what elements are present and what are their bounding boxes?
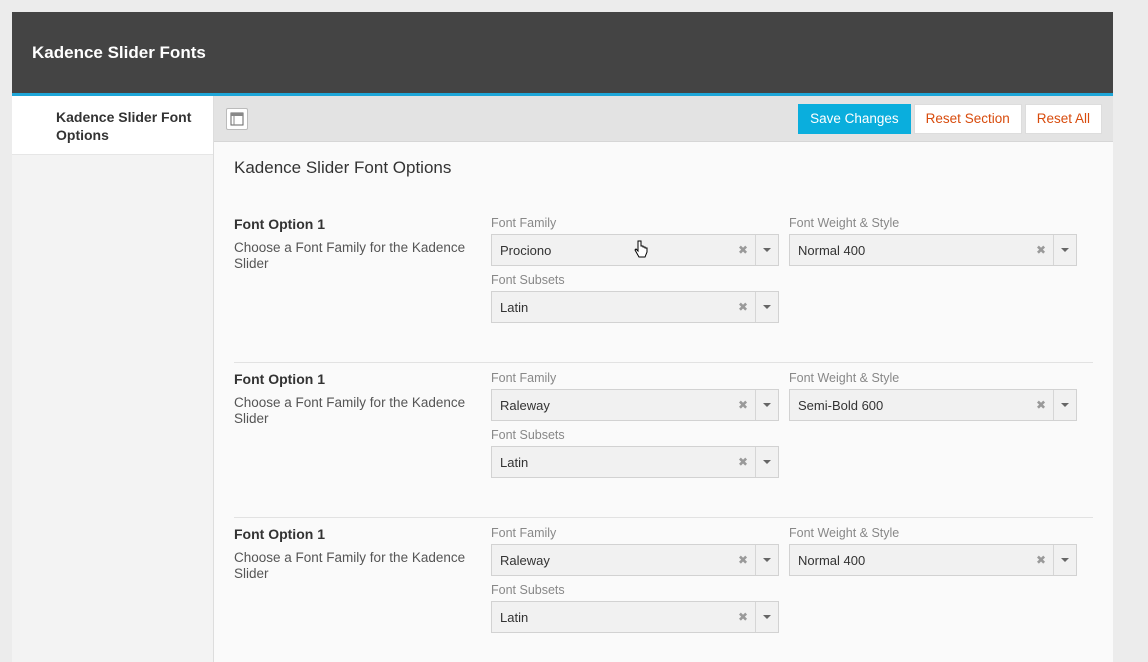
- option-text: Font Option 1 Choose a Font Family for t…: [234, 526, 491, 662]
- sidebar-item-label: Kadence Slider Font Options: [56, 109, 192, 143]
- option-fields: Font Family Raleway ✖ Font Weight & Styl…: [491, 526, 1093, 662]
- font-weight-field: Font Weight & Style Normal 400 ✖: [789, 526, 1077, 576]
- reset-all-button[interactable]: Reset All: [1024, 103, 1102, 134]
- option-title: Font Option 1: [234, 216, 325, 232]
- sidebar-item-font-options[interactable]: Kadence Slider Font Options: [12, 96, 213, 155]
- font-family-field: Font Family Raleway ✖: [491, 526, 779, 576]
- select-value: Latin: [500, 609, 529, 625]
- font-family-field: Font Family Raleway ✖: [491, 371, 779, 421]
- option-title: Font Option 1: [234, 371, 325, 387]
- field-label: Font Subsets: [491, 273, 565, 287]
- field-label: Font Weight & Style: [789, 216, 900, 230]
- clear-icon[interactable]: ✖: [1029, 398, 1053, 412]
- page-title: Kadence Slider Fonts: [32, 42, 206, 62]
- options-panel: Kadence Slider Fonts Kadence Slider Font…: [12, 12, 1113, 662]
- option-text: Font Option 1 Choose a Font Family for t…: [234, 371, 491, 517]
- font-family-select[interactable]: Raleway ✖: [491, 544, 779, 576]
- font-family-select[interactable]: Raleway ✖: [491, 389, 779, 421]
- panel-body: Kadence Slider Font Options Save Changes…: [12, 96, 1113, 662]
- chevron-down-icon[interactable]: [755, 447, 778, 477]
- toolbar: Save Changes Reset Section Reset All: [214, 96, 1113, 142]
- select-value: Raleway: [500, 397, 550, 413]
- panel-header: Kadence Slider Fonts: [12, 12, 1113, 96]
- field-label: Font Weight & Style: [789, 526, 900, 540]
- font-subsets-select[interactable]: Latin ✖: [491, 291, 779, 323]
- chevron-down-icon[interactable]: [755, 292, 778, 322]
- sidebar: Kadence Slider Font Options: [12, 96, 214, 662]
- font-subsets-field: Font Subsets Latin ✖: [491, 273, 779, 323]
- select-value: Normal 400: [798, 242, 866, 258]
- font-option-row: Font Option 1 Choose a Font Family for t…: [234, 363, 1093, 518]
- section-title: Kadence Slider Font Options: [234, 158, 452, 177]
- select-value: Prociono: [500, 242, 552, 258]
- chevron-down-icon[interactable]: [755, 390, 778, 420]
- field-label: Font Family: [491, 216, 557, 230]
- field-label: Font Subsets: [491, 583, 565, 597]
- field-label: Font Family: [491, 371, 557, 385]
- main-content: Save Changes Reset Section Reset All Kad…: [214, 96, 1113, 662]
- option-description: Choose a Font Family for the Kadence Sli…: [234, 395, 466, 426]
- clear-icon[interactable]: ✖: [1029, 243, 1053, 257]
- clear-icon[interactable]: ✖: [731, 243, 755, 257]
- font-weight-select[interactable]: Semi-Bold 600 ✖: [789, 389, 1077, 421]
- font-weight-field: Font Weight & Style Normal 400 ✖: [789, 216, 1077, 266]
- save-button[interactable]: Save Changes: [798, 103, 911, 134]
- select-value: Latin: [500, 454, 529, 470]
- field-label: Font Family: [491, 526, 557, 540]
- option-description: Choose a Font Family for the Kadence Sli…: [234, 240, 466, 271]
- option-fields: Font Family Raleway ✖ Font Weight & Styl…: [491, 371, 1093, 517]
- font-subsets-select[interactable]: Latin ✖: [491, 446, 779, 478]
- chevron-down-icon[interactable]: [1053, 390, 1076, 420]
- option-title: Font Option 1: [234, 526, 325, 542]
- font-subsets-select[interactable]: Latin ✖: [491, 601, 779, 633]
- clear-icon[interactable]: ✖: [731, 610, 755, 624]
- font-subsets-field: Font Subsets Latin ✖: [491, 428, 779, 478]
- font-option-row: Font Option 1 Choose a Font Family for t…: [234, 208, 1093, 363]
- select-value: Raleway: [500, 552, 550, 568]
- layout-toggle-icon[interactable]: [226, 107, 248, 130]
- clear-icon[interactable]: ✖: [731, 553, 755, 567]
- chevron-down-icon[interactable]: [1053, 235, 1076, 265]
- field-label: Font Subsets: [491, 428, 565, 442]
- font-subsets-field: Font Subsets Latin ✖: [491, 583, 779, 633]
- clear-icon[interactable]: ✖: [1029, 553, 1053, 567]
- option-fields: Font Family Prociono ✖ Font Weight & Sty…: [491, 216, 1093, 362]
- field-label: Font Weight & Style: [789, 371, 900, 385]
- chevron-down-icon[interactable]: [1053, 545, 1076, 575]
- option-text: Font Option 1 Choose a Font Family for t…: [234, 216, 491, 362]
- clear-icon[interactable]: ✖: [731, 455, 755, 469]
- select-value: Latin: [500, 299, 529, 315]
- reset-section-button[interactable]: Reset Section: [913, 103, 1022, 134]
- font-weight-select[interactable]: Normal 400 ✖: [789, 234, 1077, 266]
- chevron-down-icon[interactable]: [755, 545, 778, 575]
- select-value: Normal 400: [798, 552, 866, 568]
- clear-icon[interactable]: ✖: [731, 398, 755, 412]
- font-weight-select[interactable]: Normal 400 ✖: [789, 544, 1077, 576]
- font-weight-field: Font Weight & Style Semi-Bold 600 ✖: [789, 371, 1077, 421]
- chevron-down-icon[interactable]: [755, 235, 778, 265]
- options-content: Kadence Slider Font Options Font Option …: [214, 142, 1113, 662]
- font-option-row: Font Option 1 Choose a Font Family for t…: [234, 518, 1093, 662]
- hand-cursor-icon: [634, 240, 648, 258]
- chevron-down-icon[interactable]: [755, 602, 778, 632]
- clear-icon[interactable]: ✖: [731, 300, 755, 314]
- option-description: Choose a Font Family for the Kadence Sli…: [234, 550, 466, 581]
- select-value: Semi-Bold 600: [798, 397, 884, 413]
